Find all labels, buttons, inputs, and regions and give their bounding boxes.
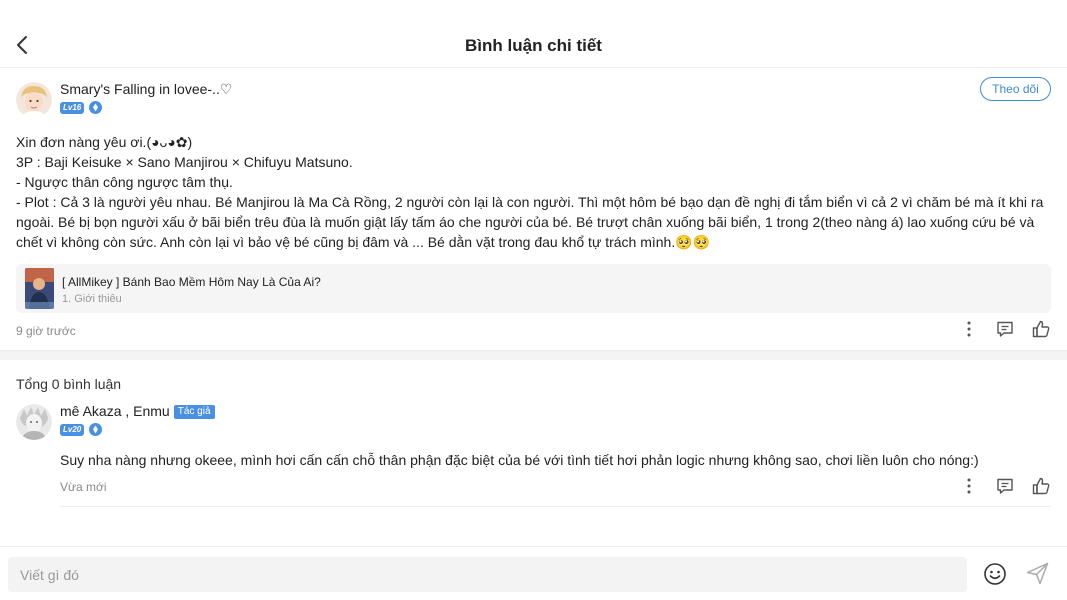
author-badges: Lv16 (60, 101, 103, 114)
author-tag: Tác giả (173, 405, 215, 419)
commenter-name[interactable]: mê Akaza , Enmu Tác giả (60, 403, 215, 419)
story-cover (25, 268, 54, 309)
comment-input[interactable] (8, 557, 967, 592)
author-name[interactable]: Smary's Falling in lovee-..♡ (60, 81, 232, 98)
comment-timestamp: Vừa mới (60, 480, 107, 494)
top-header: Bình luận chi tiết (0, 0, 1067, 68)
emoji-icon[interactable] (983, 562, 1007, 586)
post-timestamp: 9 giờ trước (16, 324, 76, 338)
author-avatar[interactable] (16, 82, 52, 118)
more-icon[interactable] (959, 476, 979, 496)
page-title: Bình luận chi tiết (465, 36, 602, 55)
comment-actions (943, 476, 1051, 496)
like-icon[interactable] (1031, 476, 1051, 496)
post-actions (943, 319, 1051, 339)
verified-icon (89, 423, 103, 436)
like-icon[interactable] (1031, 319, 1051, 339)
verified-icon (89, 101, 103, 114)
post-line: - Ngược thân công ngược tâm thụ. (16, 174, 233, 190)
commenter-avatar[interactable] (16, 404, 52, 440)
section-divider (0, 350, 1067, 360)
comment-text: Suy nha nàng nhưng okeee, mình hơi cấn c… (60, 452, 979, 468)
story-chapter: 1. Giới thiêu (62, 293, 122, 305)
comment-composer (0, 546, 1067, 600)
avatar-image (16, 404, 52, 440)
reply-icon[interactable] (995, 319, 1015, 339)
more-icon[interactable] (959, 319, 979, 339)
commenter-badges: Lv20 (60, 423, 103, 436)
post-line: Xin đơn nàng yêu ơi.(◕ᴗ◕✿) (16, 134, 193, 150)
commenter-name-text: mê Akaza , Enmu (60, 403, 170, 419)
post-line: - Plot : Cả 3 là người yêu nhau. Bé Manj… (16, 194, 1044, 250)
comment-item: mê Akaza , Enmu Tác giả Lv20 Suy nha nàng… (0, 400, 1067, 507)
story-title: [ AllMikey ] Bánh Bao Mềm Hôm Nay Là Của… (62, 275, 321, 289)
post-content: Xin đơn nàng yêu ơi.(◕ᴗ◕✿) 3P : Baji Kei… (16, 132, 1052, 252)
avatar-image (16, 82, 52, 118)
comment-divider (60, 506, 1051, 507)
level-badge: Lv16 (60, 101, 85, 114)
send-icon[interactable] (1025, 561, 1050, 586)
reply-icon[interactable] (995, 476, 1015, 496)
follow-button[interactable]: Theo dõi (980, 77, 1051, 101)
story-link-card[interactable]: [ AllMikey ] Bánh Bao Mềm Hôm Nay Là Của… (16, 264, 1051, 313)
post-line: 3P : Baji Keisuke × Sano Manjirou × Chif… (16, 154, 353, 170)
comments-count: Tổng 0 bình luận (16, 376, 122, 392)
level-badge: Lv20 (60, 423, 85, 436)
